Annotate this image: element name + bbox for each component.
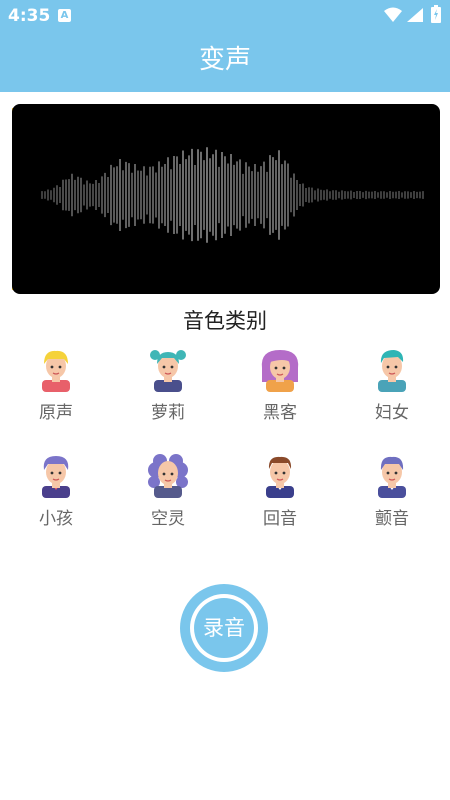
section-title: 音色类别 (183, 309, 267, 333)
notification-icon: A (58, 9, 71, 22)
voice-label: 小孩 (39, 509, 73, 529)
voice-label: 黑客 (263, 403, 297, 423)
voice-item-loli[interactable]: 萝莉 (112, 346, 224, 442)
record-button-label: 录音 (194, 598, 254, 658)
voice-item-woman[interactable]: 妇女 (336, 346, 448, 442)
avatar-curly-purple-icon (148, 454, 188, 498)
voice-label: 空灵 (151, 509, 185, 529)
status-time: 4:35 (8, 6, 51, 26)
record-button-ring: 录音 (190, 594, 258, 662)
voice-label: 回音 (263, 509, 297, 529)
voice-label: 妇女 (375, 403, 409, 423)
avatar-kid-purple-icon (42, 456, 70, 498)
avatar-girl-teal-buns-icon (150, 350, 186, 392)
signal-icon (407, 8, 423, 22)
status-bar: 4:35 A (0, 0, 450, 32)
avatar-purple-hair-icon (261, 350, 299, 392)
voice-item-hacker[interactable]: 黑客 (224, 346, 336, 442)
avatar-brown-hair-icon (266, 456, 294, 498)
banner-carousel[interactable] (12, 104, 440, 294)
sound-wave-image (41, 147, 424, 243)
voice-label: 原声 (39, 403, 73, 423)
page-title: 变声 (198, 45, 251, 75)
avatar-teal-hair-icon (378, 350, 406, 392)
wifi-icon (384, 7, 402, 22)
record-button[interactable]: 录音 (180, 584, 268, 672)
battery-icon (431, 5, 441, 23)
voice-item-original[interactable]: 原声 (0, 346, 112, 442)
voice-item-tremolo[interactable]: 颤音 (336, 452, 448, 548)
voice-label: 颤音 (375, 509, 409, 529)
voice-label: 萝莉 (151, 403, 185, 423)
voice-item-echo[interactable]: 回音 (224, 452, 336, 548)
avatar-purple-short-icon (378, 456, 406, 498)
voice-item-child[interactable]: 小孩 (0, 452, 112, 548)
avatar-boy-yellow-hair-icon (42, 350, 70, 392)
app-header: 4:35 A 变声 (0, 0, 450, 92)
voice-item-ethereal[interactable]: 空灵 (112, 452, 224, 548)
